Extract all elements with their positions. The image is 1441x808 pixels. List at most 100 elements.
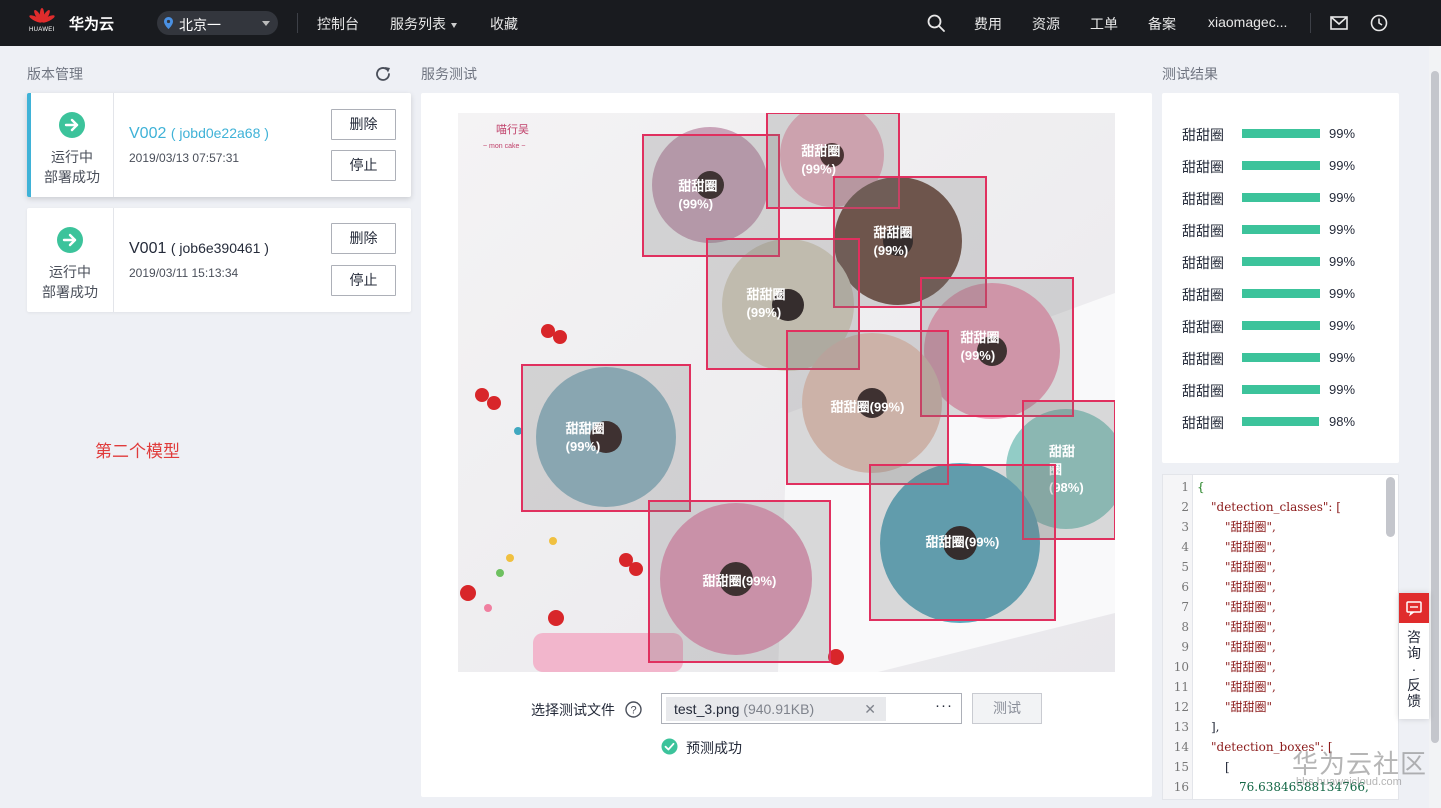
help-icon[interactable]: ? <box>625 701 642 718</box>
confidence-bar <box>1242 129 1320 138</box>
page-scrollbar[interactable] <box>1429 46 1441 808</box>
top-navbar: HUAWEI 华为云 北京一 控制台 服务列表 收藏 费用 资源 工单 备案 x… <box>0 0 1441 46</box>
nav-console[interactable]: 控制台 <box>317 14 359 34</box>
stop-button[interactable]: 停止 <box>331 265 396 296</box>
json-code: [ <box>1225 760 1230 774</box>
line-number: 5 <box>1181 560 1189 574</box>
region-label: 北京一 <box>179 17 221 33</box>
confidence-bar <box>1242 321 1320 330</box>
json-line: 4 "甜甜圈", <box>1163 537 1383 557</box>
delete-button[interactable]: 删除 <box>331 109 396 140</box>
version-name[interactable]: V001 ( job6e390461 ) <box>129 240 269 258</box>
huawei-logo-text: HUAWEI <box>29 27 55 33</box>
result-percent: 99% <box>1329 382 1356 397</box>
confidence-bar <box>1242 161 1320 170</box>
chevron-down-icon <box>451 22 457 28</box>
brand-name[interactable]: 华为云 <box>69 13 114 34</box>
delete-button[interactable]: 删除 <box>331 223 396 254</box>
detection-box <box>642 134 780 257</box>
job-id: ( job6e390461 ) <box>170 240 269 256</box>
result-row: 甜甜圈 99% <box>1182 317 1382 335</box>
nav-services[interactable]: 服务列表 <box>390 14 457 34</box>
result-percent: 99% <box>1329 158 1356 173</box>
version-number: V002 <box>129 125 167 142</box>
prediction-success-text: 预测成功 <box>686 740 742 756</box>
annotation-note: 第二个模型 <box>95 442 180 461</box>
nav-favorites[interactable]: 收藏 <box>490 14 518 34</box>
result-row: 甜甜圈 99% <box>1182 157 1382 175</box>
line-number: 14 <box>1173 740 1189 754</box>
file-input[interactable]: test_3.png (940.91KB) ✕ ··· <box>661 693 962 724</box>
nav-tickets[interactable]: 工单 <box>1090 14 1118 34</box>
json-line: 12 "甜甜圈" <box>1163 697 1383 717</box>
nav-filing[interactable]: 备案 <box>1148 14 1176 34</box>
result-label: 甜甜圈 <box>1182 127 1224 143</box>
confidence-bar <box>1242 289 1320 298</box>
clock-icon[interactable] <box>1369 13 1389 33</box>
result-row: 甜甜圈 99% <box>1182 349 1382 367</box>
line-number: 1 <box>1181 480 1189 494</box>
browse-file-button[interactable]: ··· <box>935 697 953 714</box>
service-test-title: 服务测试 <box>421 66 477 82</box>
detection-label: 甜甜圈(99%) <box>926 535 1000 550</box>
confidence-bar <box>1242 257 1320 266</box>
test-button[interactable]: 测试 <box>972 693 1042 724</box>
json-code: "甜甜圈", <box>1225 660 1276 674</box>
nav-fees[interactable]: 费用 <box>974 14 1002 34</box>
json-code: "甜甜圈", <box>1225 560 1276 574</box>
version-name[interactable]: V002 ( jobd0e22a68 ) <box>129 125 269 143</box>
json-code: ], <box>1211 720 1220 734</box>
version-number: V001 <box>129 240 167 257</box>
status-running: 运行中 <box>49 264 91 280</box>
divider <box>1310 13 1311 33</box>
status-deployed: 部署成功 <box>42 284 98 300</box>
check-circle-icon <box>661 738 678 755</box>
json-line: 11 "甜甜圈", <box>1163 677 1383 697</box>
remove-file-icon[interactable]: ✕ <box>864 697 876 721</box>
json-line: 9 "甜甜圈", <box>1163 637 1383 657</box>
version-card-v002[interactable]: 运行中 部署成功 V002 ( jobd0e22a68 ) 2019/03/13… <box>27 93 411 197</box>
json-line: 2 "detection_classes": [ <box>1163 497 1383 517</box>
job-id: ( jobd0e22a68 ) <box>170 125 269 141</box>
page-scrollbar-thumb[interactable] <box>1431 71 1439 743</box>
nav-user[interactable]: xiaomagec... <box>1208 14 1287 30</box>
consult-feedback-widget[interactable]: 咨询·反馈 <box>1399 593 1429 719</box>
result-row: 甜甜圈 98% <box>1182 413 1382 431</box>
line-number: 9 <box>1181 640 1189 654</box>
result-percent: 99% <box>1329 254 1356 269</box>
confidence-bar <box>1242 193 1320 202</box>
json-scrollbar[interactable] <box>1386 477 1395 537</box>
result-percent: 99% <box>1329 126 1356 141</box>
result-label: 甜甜圈 <box>1182 351 1224 367</box>
version-card-v001[interactable]: 运行中 部署成功 V001 ( job6e390461 ) 2019/03/11… <box>27 208 411 312</box>
confidence-bar <box>1242 225 1320 234</box>
test-results-title: 测试结果 <box>1162 66 1218 82</box>
refresh-icon[interactable] <box>374 65 392 83</box>
stop-button[interactable]: 停止 <box>331 150 396 181</box>
result-row: 甜甜圈 99% <box>1182 189 1382 207</box>
line-number: 15 <box>1173 760 1189 774</box>
result-row: 甜甜圈 99% <box>1182 285 1382 303</box>
result-row: 甜甜圈 99% <box>1182 381 1382 399</box>
detection-result-image: 喵行吴 ~ mon cake ~ 甜甜圈(99%) 甜甜圈(99%) 甜甜圈(99%… <box>458 113 1115 672</box>
nav-resources[interactable]: 资源 <box>1032 14 1060 34</box>
search-icon[interactable] <box>926 13 946 33</box>
arrow-right-circle-icon <box>57 227 83 253</box>
nav-services-label: 服务列表 <box>390 16 446 32</box>
json-line: 3 "甜甜圈", <box>1163 517 1383 537</box>
json-line: 7 "甜甜圈", <box>1163 597 1383 617</box>
version-status: 运行中 部署成功 <box>31 93 114 197</box>
confidence-bar <box>1242 385 1320 394</box>
result-label: 甜甜圈 <box>1182 383 1224 399</box>
region-selector[interactable]: 北京一 <box>157 11 278 35</box>
json-code: "甜甜圈", <box>1225 680 1276 694</box>
confidence-bar <box>1242 417 1319 426</box>
site-watermark-url: bbs.huaweicloud.com <box>1296 776 1402 788</box>
consult-feedback-label: 咨询·反馈 <box>1407 629 1421 709</box>
detection-label: 甜甜圈(99%) <box>703 574 777 589</box>
line-number: 16 <box>1173 780 1189 794</box>
json-code: { <box>1197 480 1205 494</box>
mail-icon[interactable] <box>1329 13 1349 33</box>
select-file-label: 选择测试文件 <box>531 702 615 718</box>
version-time: 2019/03/13 07:57:31 <box>129 151 240 165</box>
